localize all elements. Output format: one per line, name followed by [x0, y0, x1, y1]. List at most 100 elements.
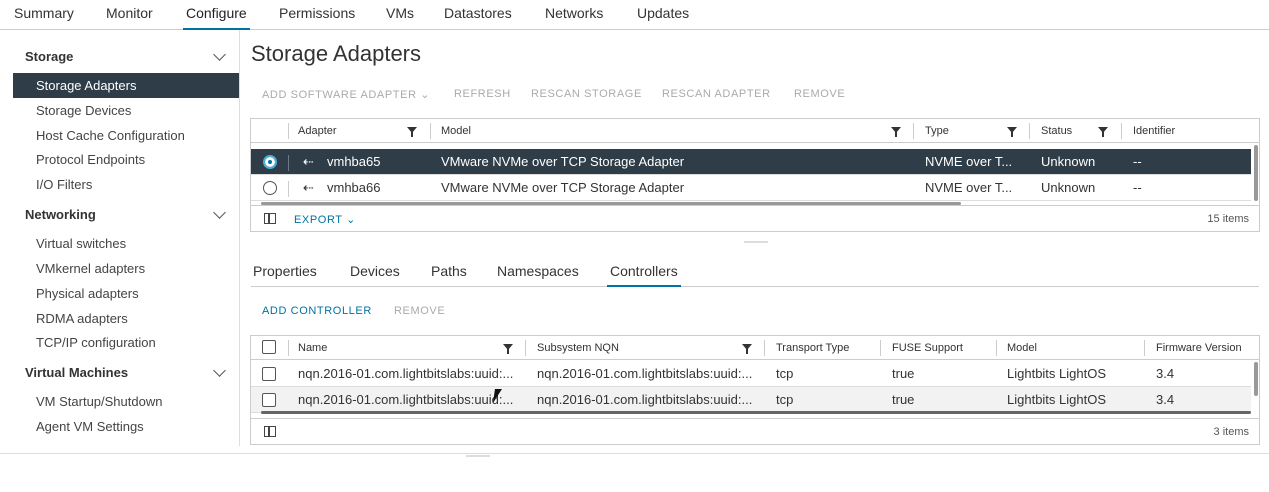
filter-icon[interactable] — [407, 127, 417, 137]
column-header-model[interactable]: Model — [1007, 336, 1037, 360]
column-header-fuse-support[interactable]: FUSE Support — [892, 336, 963, 360]
filter-icon[interactable] — [1007, 127, 1017, 137]
column-separator — [525, 340, 526, 356]
column-separator — [1144, 340, 1145, 356]
rescan-storage-button[interactable]: RESCAN STORAGE — [531, 88, 642, 100]
chevron-down-icon[interactable] — [213, 48, 226, 61]
controller-model: Lightbits LightOS — [1007, 366, 1107, 381]
remove-controller-button[interactable]: REMOVE — [394, 305, 445, 317]
storage-adapter-icon: ⇠ — [303, 154, 314, 169]
add-controller-button[interactable]: ADD CONTROLLER — [262, 305, 372, 317]
adapter-type: NVME over T... — [925, 180, 1013, 195]
sidebar-item-tcpip-configuration[interactable]: TCP/IP configuration — [13, 330, 239, 355]
column-header-transport-type[interactable]: Transport Type — [776, 336, 849, 360]
detail-tab-bar: Properties Devices Paths Namespaces Cont… — [251, 258, 1259, 287]
sidebar-item-protocol-endpoints[interactable]: Protocol Endpoints — [13, 147, 239, 172]
adapter-name: vmhba65 — [327, 154, 381, 169]
column-header-name[interactable]: Name — [298, 336, 327, 360]
pane-resize-handle[interactable] — [744, 241, 768, 243]
filter-icon[interactable] — [742, 344, 752, 354]
sidebar-item-vmkernel-adapters[interactable]: VMkernel adapters — [13, 256, 239, 281]
tab-summary[interactable]: Summary — [14, 5, 74, 30]
column-header-firmware-version[interactable]: Firmware Version — [1156, 336, 1242, 360]
tab-permissions[interactable]: Permissions — [279, 5, 355, 30]
sidebar-item-rdma-adapters[interactable]: RDMA adapters — [13, 306, 239, 331]
row-checkbox[interactable] — [262, 367, 276, 381]
pane-resize-handle[interactable] — [466, 455, 490, 457]
sidebar-item-storage-devices[interactable]: Storage Devices — [13, 98, 239, 123]
sidebar-item-storage-adapters[interactable]: Storage Adapters — [13, 73, 239, 98]
tab-updates[interactable]: Updates — [637, 5, 689, 30]
column-header-adapter[interactable]: Adapter — [298, 119, 337, 143]
export-button[interactable]: EXPORT ⌄ — [294, 213, 356, 226]
filter-icon[interactable] — [503, 344, 513, 354]
row-radio[interactable] — [263, 181, 277, 195]
filter-icon[interactable] — [891, 127, 901, 137]
column-header-subsystem-nqn[interactable]: Subsystem NQN — [537, 336, 619, 360]
controller-fuse-support: true — [892, 366, 915, 381]
horizontal-scrollbar[interactable] — [261, 411, 1251, 414]
vertical-scrollbar[interactable] — [1254, 145, 1258, 201]
storage-adapter-icon: ⇠ — [303, 180, 314, 195]
table-row[interactable]: nqn.2016-01.com.lightbitslabs:uuid:... n… — [251, 387, 1251, 413]
export-label: EXPORT — [294, 214, 343, 226]
filter-icon[interactable] — [1098, 127, 1108, 137]
sidebar-item-agent-vm-settings[interactable]: Agent VM Settings — [13, 414, 239, 439]
tab-monitor[interactable]: Monitor — [106, 5, 153, 30]
controller-subsystem-nqn: nqn.2016-01.com.lightbitslabs:uuid:... — [537, 392, 753, 407]
table-row[interactable]: nqn.2016-01.com.lightbitslabs:uuid:... n… — [251, 361, 1251, 387]
adapter-identifier: -- — [1133, 154, 1142, 169]
column-separator — [880, 340, 881, 356]
sidebar-item-io-filters[interactable]: I/O Filters — [13, 172, 239, 197]
sidebar-section-virtual-machines[interactable]: Virtual Machines — [25, 365, 128, 380]
chevron-down-icon[interactable] — [213, 364, 226, 377]
sidebar-section-storage[interactable]: Storage — [25, 49, 73, 64]
sidebar-item-virtual-switches[interactable]: Virtual switches — [13, 231, 239, 256]
sidebar-section-networking[interactable]: Networking — [25, 207, 96, 222]
table-row[interactable]: ⇠ vmhba66 VMware NVMe over TCP Storage A… — [251, 175, 1251, 201]
controller-name: nqn.2016-01.com.lightbitslabs:uuid:... — [298, 392, 514, 407]
sidebar-item-physical-adapters[interactable]: Physical adapters — [13, 281, 239, 306]
tab-configure[interactable]: Configure — [183, 5, 250, 30]
grid-header: Name Subsystem NQN Transport Type FUSE S… — [251, 336, 1259, 360]
sidebar-item-host-cache-configuration[interactable]: Host Cache Configuration — [13, 123, 239, 148]
grid-header: Adapter Model Type Status Identifier — [251, 119, 1259, 143]
controller-transport-type: tcp — [776, 392, 794, 407]
add-software-adapter-button[interactable]: ADD SOFTWARE ADAPTER ⌄ — [262, 88, 430, 101]
column-separator — [764, 340, 765, 356]
row-checkbox[interactable] — [262, 393, 276, 407]
grid-footer: 3 items — [251, 418, 1259, 444]
tab-devices[interactable]: Devices — [350, 263, 400, 287]
grid-footer: EXPORT ⌄ 15 items — [251, 205, 1259, 231]
tab-vms[interactable]: VMs — [386, 5, 414, 30]
remove-adapter-button[interactable]: REMOVE — [794, 88, 845, 100]
column-header-status[interactable]: Status — [1041, 119, 1072, 143]
rescan-adapter-button[interactable]: RESCAN ADAPTER — [662, 88, 771, 100]
controller-subsystem-nqn: nqn.2016-01.com.lightbitslabs:uuid:... — [537, 366, 753, 381]
table-row[interactable]: ⇠ vmhba65 VMware NVMe over TCP Storage A… — [251, 149, 1251, 175]
vertical-scrollbar[interactable] — [1254, 362, 1258, 396]
sidebar-item-vm-startup-shutdown[interactable]: VM Startup/Shutdown — [13, 389, 239, 414]
column-header-model[interactable]: Model — [441, 119, 471, 143]
column-header-type[interactable]: Type — [925, 119, 949, 143]
tab-namespaces[interactable]: Namespaces — [497, 263, 579, 287]
refresh-button[interactable]: REFRESH — [454, 88, 511, 100]
column-separator — [1121, 123, 1122, 139]
tab-paths[interactable]: Paths — [431, 263, 467, 287]
row-radio[interactable] — [263, 155, 277, 169]
adapter-model: VMware NVMe over TCP Storage Adapter — [441, 180, 685, 195]
tab-networks[interactable]: Networks — [545, 5, 603, 30]
column-toggle-icon[interactable] — [264, 426, 276, 437]
controller-firmware-version: 3.4 — [1156, 392, 1175, 407]
column-separator — [1029, 123, 1030, 139]
chevron-down-icon[interactable] — [213, 206, 226, 219]
tab-properties[interactable]: Properties — [253, 263, 317, 287]
select-all-checkbox[interactable] — [262, 340, 276, 354]
tab-datastores[interactable]: Datastores — [444, 5, 512, 30]
controller-transport-type: tcp — [776, 366, 794, 381]
column-header-identifier[interactable]: Identifier — [1133, 119, 1175, 143]
tab-controllers[interactable]: Controllers — [607, 263, 681, 287]
column-toggle-icon[interactable] — [264, 213, 276, 224]
adapters-grid: Adapter Model Type Status Identifier ⇠ v… — [250, 118, 1260, 232]
divider — [0, 453, 1269, 454]
